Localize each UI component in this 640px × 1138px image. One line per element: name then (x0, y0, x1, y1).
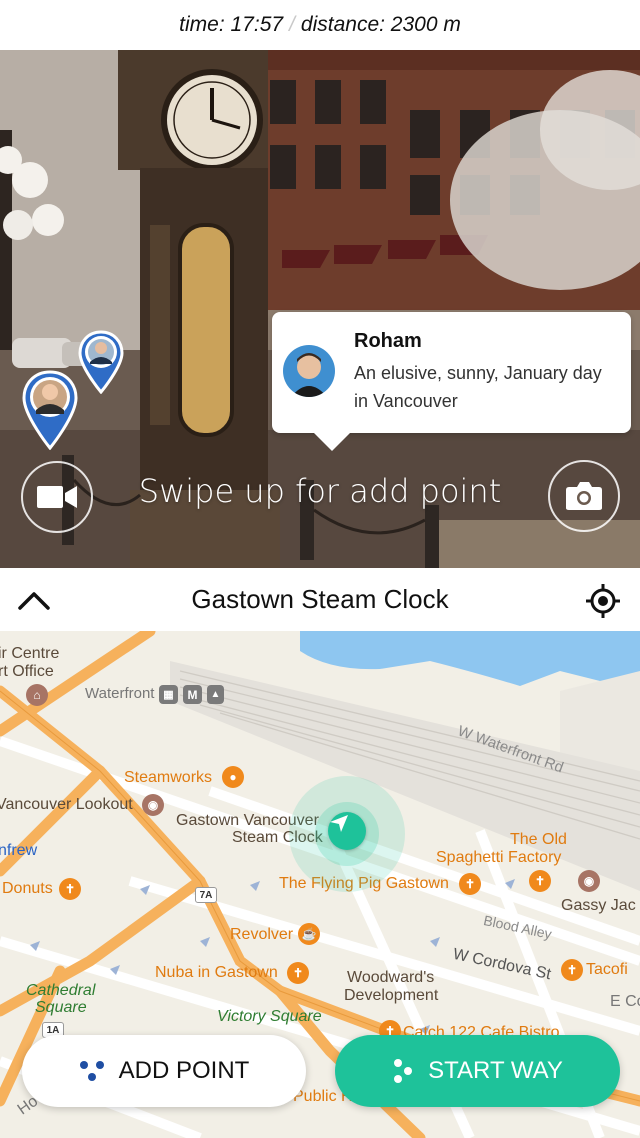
add-point-label: ADD POINT (118, 1057, 250, 1084)
map-label-gassy-jack: Gassy Jac (561, 897, 636, 914)
locate-button[interactable] (583, 581, 623, 621)
map-label-old-spaghetti-2: Spaghetti Factory (436, 849, 562, 866)
landmark-icon[interactable]: ⌂ (26, 684, 48, 706)
collapse-button[interactable] (14, 584, 54, 616)
map-label-steamworks: Steamworks (124, 769, 213, 786)
restaurant-icon[interactable]: ✝ (287, 962, 309, 984)
ferry-icon[interactable]: ▲ (207, 685, 224, 704)
metro-icon[interactable]: M (183, 685, 202, 704)
restaurant-icon[interactable]: ✝ (59, 878, 81, 900)
location-pin-icon (22, 370, 78, 451)
map-label-visitor-centre: ir Centre (0, 645, 60, 662)
swipe-hint: Swipe up for add point (138, 472, 502, 510)
map-label-cathedral-1: Cathedral (26, 982, 96, 999)
ar-camera-view[interactable]: Roham An elusive, sunny, January day in … (0, 50, 640, 568)
chevron-up-icon (18, 592, 50, 610)
place-header: Gastown Steam Clock (0, 568, 640, 631)
route-7a-shield: 7A (195, 887, 217, 903)
map-label-woodwards-1: Woodward's (347, 969, 435, 986)
photo-spot-icon[interactable]: ◉ (142, 794, 164, 816)
status-bar: time: 17:57 / distance: 2300 m (0, 0, 640, 50)
map-label-donuts: Donuts (2, 880, 53, 897)
time-label: time: 17:57 (179, 13, 284, 36)
restaurant-icon[interactable]: ✝ (561, 959, 583, 981)
place-title: Gastown Steam Clock (191, 584, 449, 614)
camera-button[interactable] (548, 460, 620, 532)
post-popup[interactable]: Roham An elusive, sunny, January day in … (272, 312, 631, 451)
user-pin-small[interactable] (78, 330, 124, 399)
add-point-button[interactable]: ADD POINT (22, 1035, 306, 1107)
map-label-waterfront: Waterfront (85, 685, 155, 702)
post-text: An elusive, sunny, January day in Vancou… (354, 363, 602, 411)
video-button[interactable] (21, 461, 93, 533)
camera-icon (566, 482, 602, 510)
map-label-cathedral-2: Square (35, 999, 87, 1016)
current-location-marker (289, 776, 405, 892)
train-icon[interactable]: ▦ (159, 685, 178, 704)
location-pin-icon (78, 330, 124, 395)
crosshair-icon (586, 584, 620, 618)
cafe-icon[interactable]: ☕ (298, 923, 320, 945)
restaurant-icon[interactable]: ● (222, 766, 244, 788)
user-pin-large[interactable] (22, 370, 78, 455)
navigation-arrow-icon (328, 812, 366, 850)
avatar (283, 345, 335, 397)
map-label-e-cordova: E Co (610, 993, 640, 1010)
map-label-vancouver-lookout: Vancouver Lookout (0, 796, 133, 813)
status-separator: / (289, 13, 295, 36)
video-camera-icon (37, 486, 77, 508)
map-label-post-office: rt Office (0, 663, 54, 680)
map-label-renfrew: nfrew (0, 842, 38, 859)
photo-spot-icon[interactable]: ◉ (578, 870, 600, 892)
restaurant-icon[interactable]: ✝ (459, 873, 481, 895)
map-label-old-spaghetti-1: The Old (510, 831, 567, 848)
map-label-revolver: Revolver (230, 926, 294, 943)
start-way-button[interactable]: START WAY (335, 1035, 620, 1107)
map-label-victory-square: Victory Square (217, 1008, 322, 1025)
map-label-nuba: Nuba in Gastown (155, 964, 278, 981)
start-way-label: START WAY (428, 1057, 563, 1084)
dots-icon (79, 1061, 104, 1081)
distance-label: distance: 2300 m (300, 13, 461, 36)
post-author: Roham (354, 330, 422, 352)
route-dots-icon (394, 1059, 413, 1083)
restaurant-icon[interactable]: ✝ (529, 870, 551, 892)
map-label-tacofino: Tacofi (586, 961, 628, 978)
map-label-woodwards-2: Development (344, 987, 439, 1004)
